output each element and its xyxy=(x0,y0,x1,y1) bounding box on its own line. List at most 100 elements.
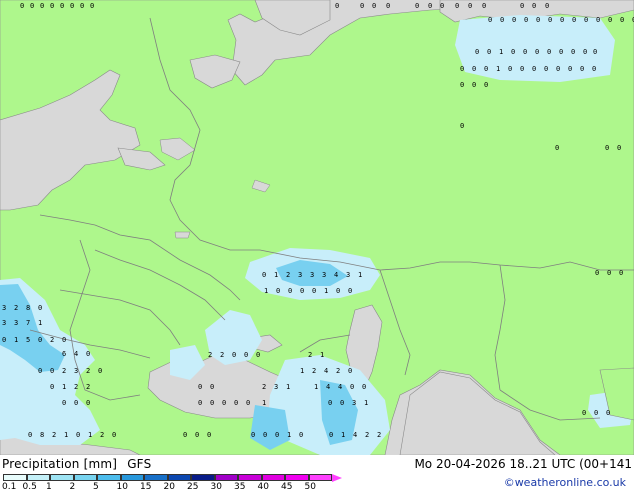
precip-value: 2 xyxy=(377,431,381,439)
precip-value: 0 xyxy=(582,409,586,417)
legend-swatch xyxy=(26,474,50,481)
precip-value: 0 xyxy=(536,16,540,24)
precip-value: 0 xyxy=(38,336,42,344)
precip-value: 0 xyxy=(386,2,390,10)
precip-value: 0 xyxy=(484,81,488,89)
precip-value: 0 xyxy=(244,351,248,359)
precip-value: 0 xyxy=(336,287,340,295)
precip-value: 1 xyxy=(324,287,328,295)
precip-value: 3 xyxy=(74,367,78,375)
precip-value: 7 xyxy=(26,319,30,327)
precip-value: 0 xyxy=(312,287,316,295)
precip-value: 0 xyxy=(2,336,6,344)
legend-label: 10 xyxy=(116,482,128,492)
precip-value: 4 xyxy=(353,431,357,439)
precip-value: 0 xyxy=(593,48,597,56)
legend-label: 15 xyxy=(140,482,152,492)
model-name: GFS xyxy=(127,457,152,471)
precip-value: 1 xyxy=(38,319,42,327)
precip-value: 2 xyxy=(14,304,18,312)
precip-value: 4 xyxy=(324,367,328,375)
precip-value: 0 xyxy=(210,383,214,391)
precip-value: 0 xyxy=(511,48,515,56)
precip-value: 0 xyxy=(263,431,267,439)
precip-value: 1 xyxy=(358,271,362,279)
precip-value: 0 xyxy=(60,2,64,10)
legend-label: 30 xyxy=(210,482,222,492)
precip-value: 0 xyxy=(234,399,238,407)
precip-value: 1 xyxy=(364,399,368,407)
precip-value: 0 xyxy=(472,65,476,73)
legend-overflow-arrow xyxy=(332,474,342,482)
precip-value: 0 xyxy=(440,2,444,10)
precip-value: 0 xyxy=(183,431,187,439)
precip-value: 0 xyxy=(535,48,539,56)
precip-value: 0 xyxy=(38,304,42,312)
legend-label: 45 xyxy=(281,482,293,492)
precip-value: 0 xyxy=(605,144,609,152)
precip-value: 0 xyxy=(608,16,612,24)
map-svg: 0000000000000000000000000000000000000001… xyxy=(0,0,634,455)
precip-value: 0 xyxy=(523,48,527,56)
precip-value: 2 xyxy=(50,336,54,344)
legend-swatch xyxy=(50,474,74,481)
precip-value: 1 xyxy=(300,367,304,375)
precip-value: 4 xyxy=(334,271,338,279)
precip-value: 0 xyxy=(362,383,366,391)
precip-value: 2 xyxy=(62,367,66,375)
precip-value: 0 xyxy=(86,399,90,407)
precip-value: 0 xyxy=(210,399,214,407)
precip-value: 0 xyxy=(475,48,479,56)
legend-swatch xyxy=(120,474,144,481)
precip-value: 0 xyxy=(547,48,551,56)
precip-value: 0 xyxy=(251,431,255,439)
precip-value: 0 xyxy=(607,269,611,277)
precip-value: 4 xyxy=(338,383,342,391)
precip-value: 0 xyxy=(38,367,42,375)
precip-value: 0 xyxy=(460,122,464,130)
legend-label: 1 xyxy=(46,482,52,492)
precip-value: 3 xyxy=(2,319,6,327)
precip-value: 0 xyxy=(556,65,560,73)
precip-value: 0 xyxy=(568,65,572,73)
precip-value: 0 xyxy=(512,16,516,24)
precip-value: 0 xyxy=(360,2,364,10)
precip-value: 3 xyxy=(310,271,314,279)
precip-value: 0 xyxy=(299,431,303,439)
precip-value: 4 xyxy=(326,383,330,391)
precip-value: 1 xyxy=(341,431,345,439)
precip-value: 1 xyxy=(496,65,500,73)
precip-value: 0 xyxy=(50,383,54,391)
precip-value: 0 xyxy=(500,16,504,24)
precip-value: 0 xyxy=(329,431,333,439)
precip-value: 2 xyxy=(86,383,90,391)
precip-value: 0 xyxy=(198,383,202,391)
precip-value: 0 xyxy=(288,287,292,295)
precip-value: 1 xyxy=(320,351,324,359)
map-footer: Precipitation [mm] GFS Mo 20-04-2026 18.… xyxy=(0,455,634,492)
precip-value: 3 xyxy=(352,399,356,407)
legend-label: 20 xyxy=(163,482,175,492)
precip-value: 0 xyxy=(62,399,66,407)
legend-swatch xyxy=(97,474,121,481)
legend-label: 2 xyxy=(69,482,76,492)
precip-value: 0 xyxy=(335,2,339,10)
precip-value: 0 xyxy=(300,287,304,295)
precip-value: 1 xyxy=(314,383,318,391)
precip-value: 0 xyxy=(246,399,250,407)
credit-link[interactable]: ©weatheronline.co.uk xyxy=(504,476,626,489)
legend-swatch xyxy=(73,474,97,481)
legend-label: 25 xyxy=(187,482,199,492)
precip-value: 0 xyxy=(592,65,596,73)
precip-value: 0 xyxy=(559,48,563,56)
forecast-map[interactable]: 0000000000000000000000000000000000000001… xyxy=(0,0,634,455)
legend-swatch xyxy=(285,474,309,481)
precip-value: 3 xyxy=(274,383,278,391)
precip-value: 2 xyxy=(220,351,224,359)
precip-value: 1 xyxy=(286,383,290,391)
precip-value: 0 xyxy=(555,144,559,152)
valid-time: Mo 20-04-2026 18..21 UTC (00+141 xyxy=(414,457,632,471)
precip-value: 0 xyxy=(256,351,260,359)
precip-value: 0 xyxy=(340,399,344,407)
precip-value: 2 xyxy=(365,431,369,439)
